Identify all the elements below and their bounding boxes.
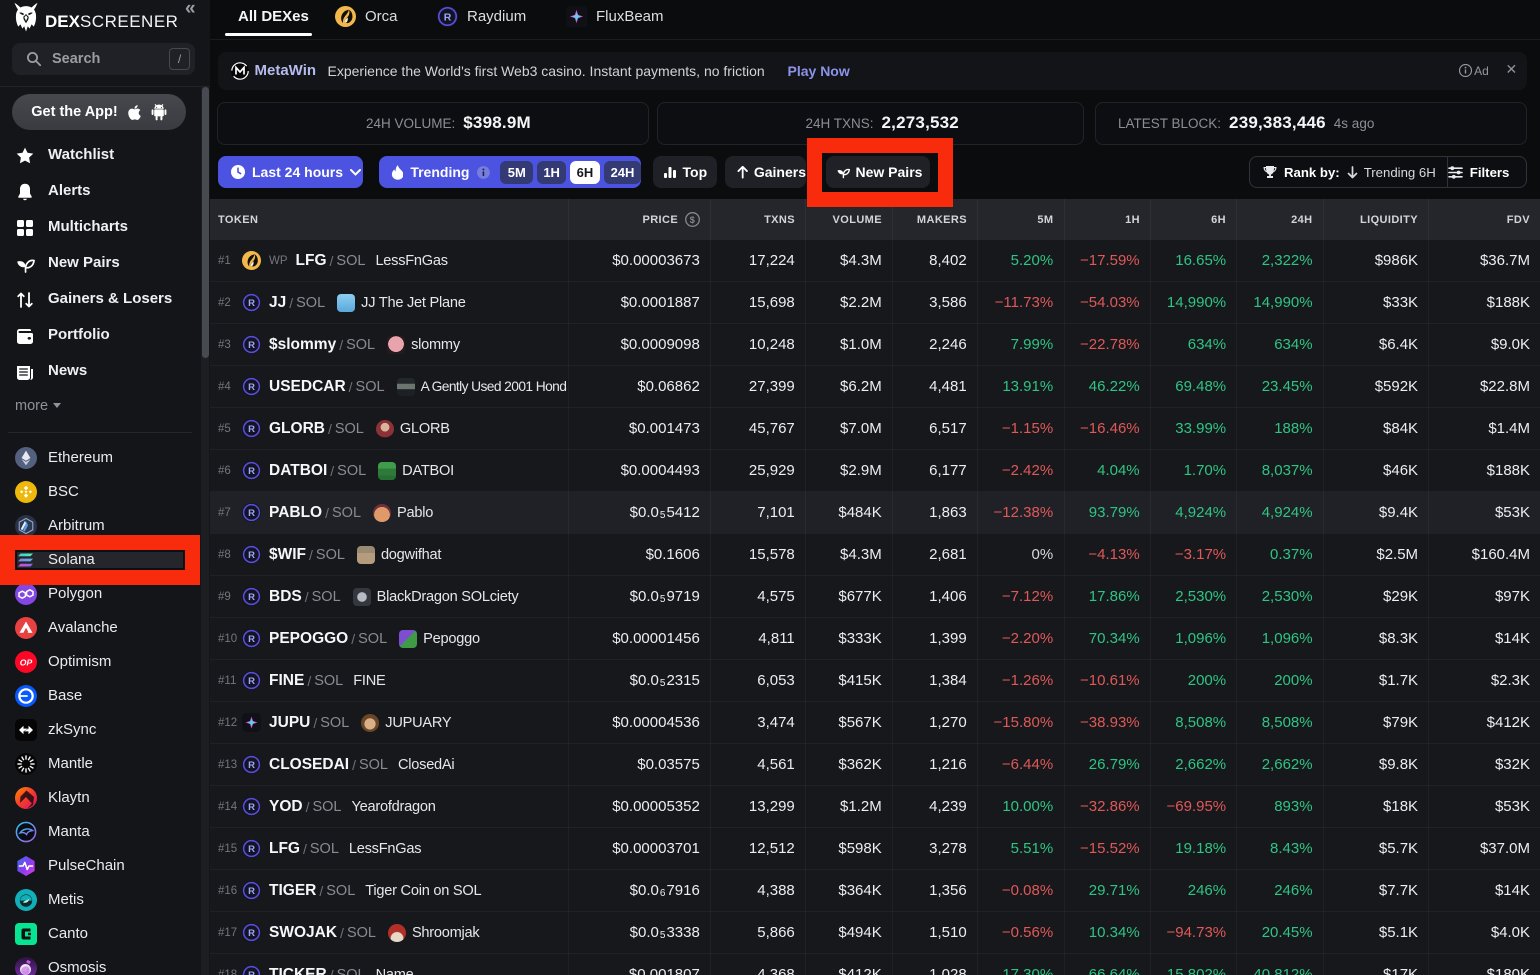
- svg-text:R: R: [248, 466, 255, 477]
- svg-text:OP: OP: [20, 657, 33, 667]
- svg-text:R: R: [444, 11, 452, 23]
- svg-text:R: R: [248, 424, 255, 435]
- svg-text:R: R: [248, 550, 255, 561]
- svg-text:R: R: [248, 886, 255, 897]
- svg-text:R: R: [248, 508, 255, 519]
- svg-text:R: R: [248, 634, 255, 645]
- svg-text:R: R: [248, 760, 255, 771]
- svg-text:R: R: [248, 970, 255, 975]
- svg-text:R: R: [248, 592, 255, 603]
- svg-text:R: R: [248, 340, 255, 351]
- svg-text:R: R: [248, 676, 255, 687]
- svg-text:R: R: [248, 382, 255, 393]
- svg-text:R: R: [248, 298, 255, 309]
- svg-text:$: $: [690, 215, 695, 225]
- svg-text:R: R: [248, 844, 255, 855]
- svg-text:R: R: [248, 802, 255, 813]
- svg-text:R: R: [248, 928, 255, 939]
